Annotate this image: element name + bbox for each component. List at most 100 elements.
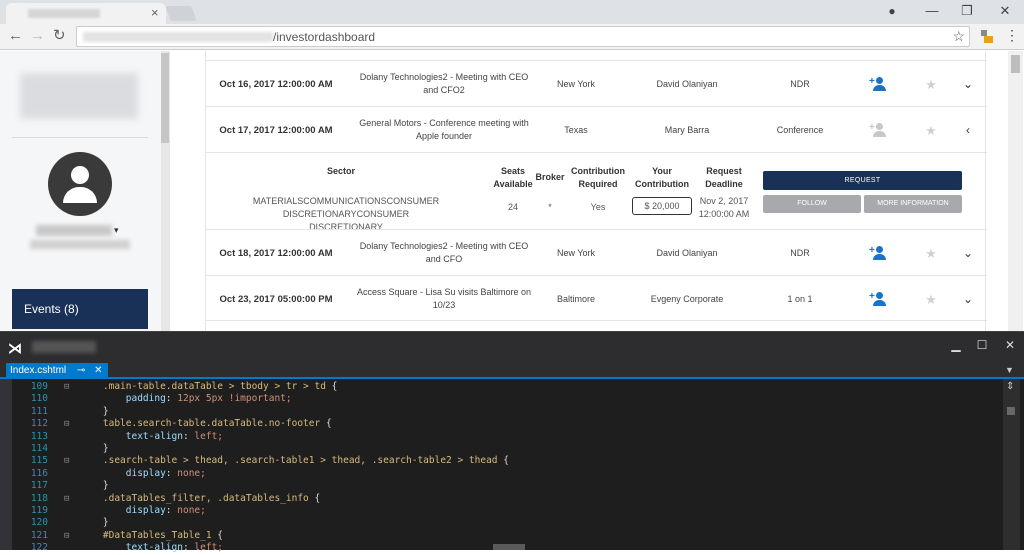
main-scrollbar[interactable] <box>1008 51 1023 331</box>
event-title: General Motors - Conference meeting with… <box>359 118 529 141</box>
event-city: New York <box>556 78 596 89</box>
chevron-down-icon[interactable]: ▾ <box>114 225 119 236</box>
table-row[interactable]: Oct 18, 2017 12:00:00 AM Dolany Technolo… <box>206 229 987 275</box>
star-icon[interactable]: ★ <box>911 61 951 107</box>
table-row[interactable]: Oct 16, 2017 12:00:00 AM Dolany Technolo… <box>206 60 987 106</box>
code-line[interactable]: 109 ⊟ .main-table.dataTable > tbody > tr … <box>0 381 1000 393</box>
fold-toggle-icon[interactable]: ⊟ <box>64 493 73 505</box>
profile-icon[interactable]: ● <box>880 2 904 20</box>
chevron-down-icon[interactable]: ⌄ <box>948 61 988 107</box>
address-bar[interactable]: /investordashboard ☆ <box>76 26 970 47</box>
editor-scroll-thumb[interactable] <box>1007 407 1015 415</box>
fold-toggle-icon[interactable]: ⊟ <box>64 455 73 467</box>
code-line[interactable]: 110 padding: 12px 5px !important; <box>0 393 1000 405</box>
star-icon[interactable]: ★ <box>911 230 951 276</box>
code-editor[interactable]: 109 ⊟ .main-table.dataTable > tbody > tr … <box>0 379 1024 553</box>
line-number: 109 <box>30 381 48 392</box>
request-button[interactable]: REQUEST <box>763 171 962 190</box>
event-date: Oct 18, 2017 12:00:00 AM <box>219 247 333 259</box>
event-date: Oct 23, 2017 05:00:00 PM <box>219 293 333 305</box>
code-line[interactable]: 114 } <box>0 443 1000 455</box>
follow-button[interactable]: FOLLOW <box>763 195 861 213</box>
code-text: .search-table > thead, .search-table1 > … <box>80 455 509 467</box>
table-row[interactable]: Oct 23, 2017 05:00:00 PM Access Square -… <box>206 275 987 321</box>
event-person: David Olaniyan <box>656 78 718 89</box>
restore-button[interactable]: ❐ <box>955 2 979 20</box>
chevron-down-icon[interactable]: ⌄ <box>948 276 988 322</box>
add-user-button[interactable]: + <box>854 230 904 276</box>
more-information-button[interactable]: MORE INFORMATION <box>864 195 962 213</box>
avatar[interactable] <box>48 152 112 216</box>
sidebar-scroll-thumb[interactable] <box>161 53 169 143</box>
code-line[interactable]: 120 } <box>0 517 1000 529</box>
event-title: Dolany Technologies2 - Meeting with CEO … <box>359 241 529 264</box>
code-line[interactable]: 113 text-align: left; <box>0 431 1000 443</box>
vs-maximize-button[interactable]: ☐ <box>972 338 992 352</box>
line-number: 117 <box>30 480 48 492</box>
code-line[interactable]: 115 ⊟ .search-table > thead, .search-tabl… <box>0 455 1000 467</box>
add-user-button[interactable]: + <box>854 107 904 153</box>
avatar-body-icon <box>63 187 97 203</box>
code-line[interactable]: 121 ⊟ #DataTables_Table_1 { <box>0 530 1000 542</box>
browser-tab[interactable]: × <box>6 3 166 24</box>
code-line[interactable]: 112 ⊟ table.search-table.dataTable.no-foo… <box>0 418 1000 430</box>
split-editor-icon[interactable]: ⇕ <box>1006 381 1014 392</box>
reload-button[interactable]: ↻ <box>53 27 66 45</box>
browser-menu-icon[interactable]: ⋮ <box>1005 27 1019 44</box>
add-user-icon: + <box>869 246 889 260</box>
url-path: /investordashboard <box>273 30 376 44</box>
code-text: } <box>80 517 109 529</box>
code-line[interactable]: 118 ⊟ .dataTables_filter, .dataTables_inf… <box>0 493 1000 505</box>
star-icon[interactable]: ★ <box>911 276 951 322</box>
add-user-icon: + <box>869 123 889 137</box>
tab-dropdown-icon[interactable]: ▼ <box>1005 365 1014 375</box>
line-number: 110 <box>30 393 48 405</box>
event-date: Oct 16, 2017 12:00:00 AM <box>219 78 333 90</box>
event-title: Access Square - Lisa Su visits Baltimore… <box>356 287 532 310</box>
event-city: New York <box>556 247 596 258</box>
close-window-button[interactable]: ✕ <box>993 2 1017 20</box>
fold-toggle-icon[interactable]: ⊟ <box>64 381 73 393</box>
browser-tabstrip: × ● — ❐ ✕ <box>0 0 1024 24</box>
add-user-button[interactable]: + <box>854 61 904 107</box>
bookmark-star-icon[interactable]: ☆ <box>952 28 965 45</box>
vs-minimize-button[interactable]: ▁ <box>946 338 966 352</box>
editor-horizontal-scroll-thumb[interactable] <box>493 544 525 550</box>
sidebar-item-events[interactable]: Events (8) <box>12 289 148 329</box>
event-person: Evgeny Corporate <box>650 293 724 304</box>
visual-studio-window: ⋊ ▁ ☐ ✕ Index.cshtml ⊸ ✕ ▼ 109 ⊟ .main-ta… <box>0 331 1024 553</box>
detail-header-contribution-required: Contribution Required <box>571 166 625 189</box>
back-button[interactable]: ← <box>8 27 23 45</box>
pin-icon[interactable]: ⊸ <box>77 365 85 376</box>
table-row[interactable]: Oct 17, 2017 12:00:00 AM General Motors … <box>206 106 987 152</box>
add-user-button[interactable]: + <box>854 276 904 322</box>
detail-header-seats: Seats Available <box>493 166 533 189</box>
code-text: } <box>80 443 109 454</box>
fold-toggle-icon[interactable]: ⊟ <box>64 530 73 542</box>
code-text: padding: 12px 5px !important; <box>80 393 292 405</box>
forward-button[interactable]: → <box>30 27 45 45</box>
code-line[interactable]: 111 } <box>0 406 1000 418</box>
code-text: display: none; <box>80 505 206 516</box>
editor-vertical-scrollbar[interactable] <box>1003 379 1020 550</box>
tab-index-cshtml[interactable]: Index.cshtml ⊸ ✕ <box>6 363 109 379</box>
vs-title-blurred <box>32 341 96 353</box>
contribution-input[interactable]: $ 20,000 <box>632 197 692 215</box>
user-name-blurred[interactable] <box>36 225 112 236</box>
fold-toggle-icon[interactable]: ⊟ <box>64 418 73 430</box>
code-line[interactable]: 117 } <box>0 480 1000 492</box>
minimize-button[interactable]: — <box>920 2 944 20</box>
extension-icon[interactable] <box>979 28 993 44</box>
main-scroll-thumb[interactable] <box>1011 55 1020 73</box>
chevron-left-icon[interactable]: ‹ <box>948 107 988 153</box>
code-line[interactable]: 119 display: none; <box>0 505 1000 517</box>
vs-close-button[interactable]: ✕ <box>1000 338 1020 352</box>
tab-close-icon[interactable]: × <box>151 6 159 20</box>
event-city: Texas <box>564 124 588 135</box>
close-icon[interactable]: ✕ <box>94 365 102 376</box>
chevron-down-icon[interactable]: ⌄ <box>948 230 988 276</box>
new-tab-button[interactable] <box>165 6 197 21</box>
code-line[interactable]: 116 display: none; <box>0 468 1000 480</box>
star-icon[interactable]: ★ <box>911 107 951 153</box>
code-text: #DataTables_Table_1 { <box>80 529 224 541</box>
